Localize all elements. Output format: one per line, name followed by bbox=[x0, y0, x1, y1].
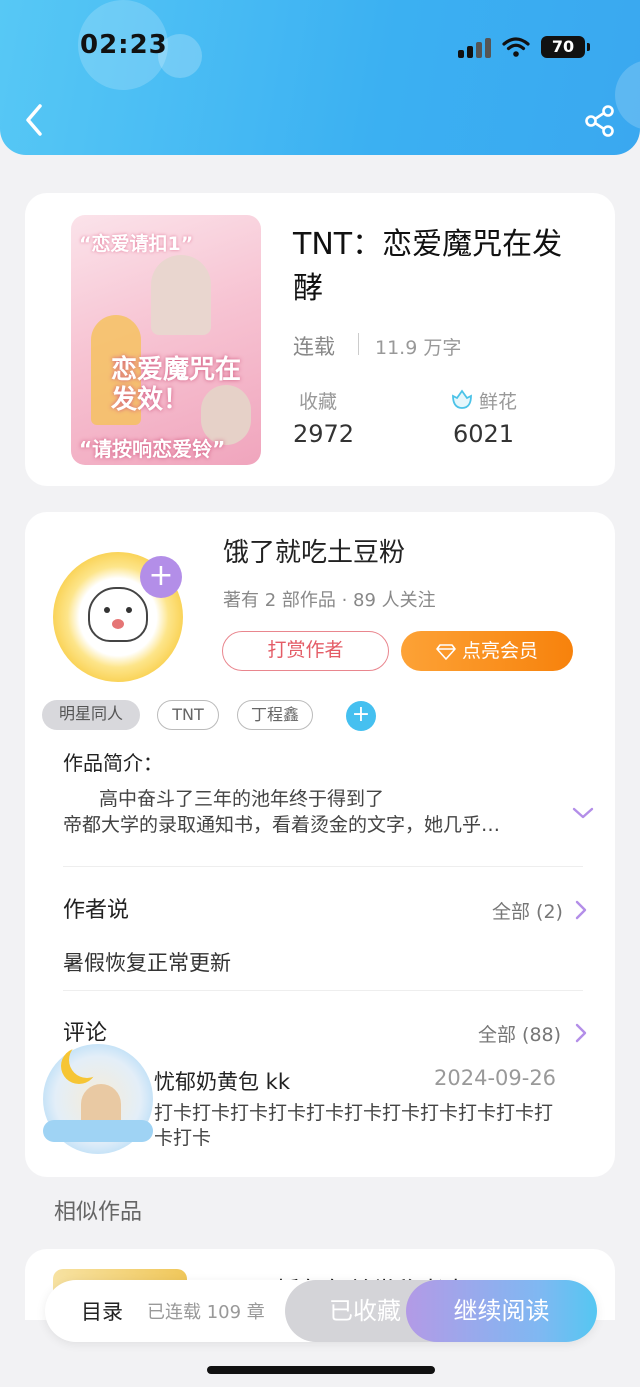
book-cover[interactable]: “恋爱请扣1” 恋爱魔咒在发效！ “请按响恋爱铃” bbox=[71, 215, 261, 465]
chevron-down-icon[interactable] bbox=[571, 805, 595, 821]
divider bbox=[63, 990, 583, 991]
commenter-avatar[interactable] bbox=[43, 1044, 153, 1154]
chevron-right-icon[interactable] bbox=[574, 1022, 588, 1044]
cover-text: 恋爱魔咒在发效！ bbox=[111, 355, 242, 415]
word-count: 11.9 万字 bbox=[375, 337, 462, 359]
battery-icon: 70 bbox=[541, 36, 590, 58]
add-tag-button[interactable]: + bbox=[346, 701, 376, 731]
flower-icon[interactable] bbox=[451, 388, 473, 410]
flowers-label[interactable]: 鲜花 bbox=[479, 387, 517, 414]
moon-icon bbox=[69, 1042, 105, 1078]
author-says-more-link[interactable]: 全部 (2) bbox=[492, 897, 563, 924]
chevron-right-icon[interactable] bbox=[574, 899, 588, 921]
comments-more-link[interactable]: 全部 (88) bbox=[478, 1020, 561, 1047]
decor-bubble bbox=[615, 60, 640, 130]
author-says-text: 暑假恢复正常更新 bbox=[63, 951, 231, 975]
intro-text[interactable]: 高中奋斗了三年的池年终于得到了 帝都大学的录取通知书，看着烫金的文字，她几乎… bbox=[63, 786, 563, 838]
chapter-count[interactable]: 已连载 109 章 bbox=[147, 1298, 265, 1324]
commenter-name[interactable]: 忧郁奶黄包 kk bbox=[154, 1066, 290, 1096]
comment-text[interactable]: 打卡打卡打卡打卡打卡打卡打卡打卡打卡打卡打卡打卡 bbox=[154, 1101, 564, 1151]
tip-author-label: 打赏作者 bbox=[267, 639, 344, 661]
back-arrow-icon[interactable] bbox=[20, 100, 50, 140]
status-time: 02:23 bbox=[80, 30, 168, 60]
divider bbox=[63, 866, 583, 867]
follow-author-button[interactable]: + bbox=[140, 556, 182, 598]
tag-chip[interactable]: 明星同人 bbox=[42, 700, 140, 730]
serial-status: 连载 bbox=[293, 335, 335, 359]
book-info-card: “恋爱请扣1” 恋爱魔咒在发效！ “请按响恋爱铃” TNT：恋爱魔咒在发酵 连载… bbox=[25, 193, 615, 486]
cover-text: “恋爱请扣1” bbox=[79, 233, 194, 255]
share-icon[interactable] bbox=[583, 104, 617, 138]
tag-chip[interactable]: TNT bbox=[157, 700, 219, 730]
author-says-title: 作者说 bbox=[63, 898, 130, 923]
cloud-icon bbox=[43, 1120, 153, 1142]
divider bbox=[358, 333, 359, 355]
tag-chip[interactable]: 丁程鑫 bbox=[237, 700, 313, 730]
intro-line: 高中奋斗了三年的池年终于得到了 bbox=[99, 788, 385, 810]
favorites-count: 2972 bbox=[293, 420, 355, 448]
signal-icon bbox=[458, 38, 492, 58]
intro-title: 作品简介： bbox=[63, 751, 163, 775]
catalog-button[interactable]: 目录 bbox=[81, 1296, 123, 1326]
wifi-icon bbox=[502, 37, 530, 57]
author-name[interactable]: 饿了就吃土豆粉 bbox=[223, 532, 405, 569]
avatar-illustration bbox=[88, 587, 148, 642]
top-header: 02:23 70 bbox=[0, 0, 640, 155]
continue-reading-button[interactable]: 继续阅读 bbox=[406, 1280, 597, 1342]
similar-works-title: 相似作品 bbox=[54, 1200, 143, 1225]
book-title: TNT：恋爱魔咒在发酵 bbox=[293, 227, 563, 306]
intro-line: 帝都大学的录取通知书，看着烫金的文字，她几乎… bbox=[63, 814, 501, 836]
cover-text: “请按响恋爱铃” bbox=[79, 437, 226, 461]
diamond-icon bbox=[436, 644, 456, 660]
flowers-count: 6021 bbox=[453, 420, 515, 448]
home-indicator[interactable] bbox=[207, 1366, 435, 1374]
vip-label: 点亮会员 bbox=[461, 640, 538, 662]
tip-author-button[interactable]: 打赏作者 bbox=[222, 631, 389, 671]
bottom-action-bar: 目录 已连载 109 章 已收藏 继续阅读 bbox=[45, 1280, 597, 1342]
author-meta: 著有 2 部作品 · 89 人关注 bbox=[223, 590, 436, 611]
favorites-label: 收藏 bbox=[299, 391, 338, 413]
book-details-card: + 饿了就吃土豆粉 著有 2 部作品 · 89 人关注 打赏作者 点亮会员 明星… bbox=[25, 512, 615, 1177]
cover-figure bbox=[151, 255, 211, 335]
comment-date: 2024-09-26 bbox=[434, 1066, 557, 1090]
vip-button[interactable]: 点亮会员 bbox=[401, 631, 573, 671]
